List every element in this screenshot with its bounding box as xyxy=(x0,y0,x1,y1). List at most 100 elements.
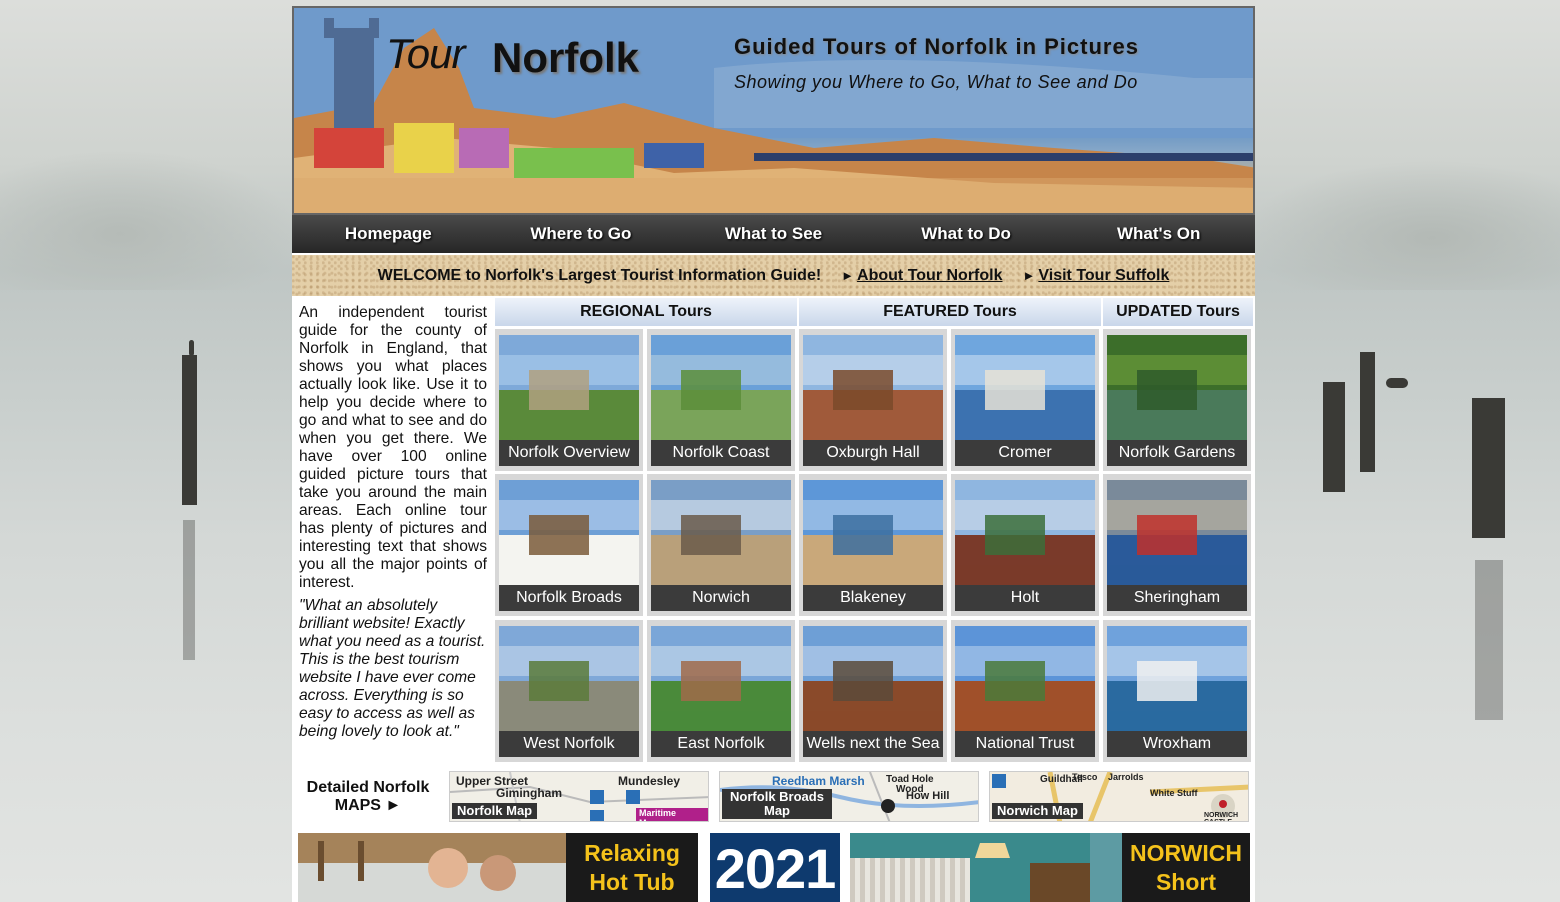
tour-tile-cromer[interactable]: Cromer xyxy=(951,329,1099,471)
tour-photo xyxy=(803,480,943,585)
maps-label[interactable]: Detailed Norfolk MAPS ► xyxy=(292,769,444,824)
map-place: NORWICH CASTLE xyxy=(1204,812,1239,821)
arrow-icon: ► xyxy=(1022,268,1036,283)
ad-photo xyxy=(850,833,1122,902)
nav-what-to-do[interactable]: What to Do xyxy=(870,215,1063,253)
logo-tour: Tour xyxy=(386,30,466,77)
tour-caption: Wroxham xyxy=(1107,731,1247,757)
nav-where-to-go[interactable]: Where to Go xyxy=(485,215,678,253)
map-place: White Stuff xyxy=(1150,788,1198,798)
tour-caption: Norwich xyxy=(651,585,791,611)
tour-tile-norfolk-broads[interactable]: Norfolk Broads xyxy=(495,474,643,616)
background-haze-right xyxy=(1240,160,1560,290)
tour-photo xyxy=(651,480,791,585)
nav-homepage[interactable]: Homepage xyxy=(292,215,485,253)
water-post-reflection xyxy=(183,520,195,660)
water-post xyxy=(1323,382,1345,492)
main-nav: Homepage Where to Go What to See What to… xyxy=(292,215,1255,253)
tour-caption: Wells next the Sea xyxy=(803,731,943,757)
welcome-text: WELCOME to Norfolk's Largest Tourist Inf… xyxy=(377,266,822,284)
map-place: Mundesley xyxy=(618,774,681,788)
col-head-featured: FEATURED Tours xyxy=(799,298,1101,326)
tour-caption: Holt xyxy=(955,585,1095,611)
arrow-icon: ► xyxy=(385,796,402,814)
water-post xyxy=(1360,352,1375,472)
tour-caption: East Norfolk xyxy=(651,731,791,757)
tour-tile-national-trust[interactable]: National Trust xyxy=(951,620,1099,762)
tour-caption: Cromer xyxy=(955,440,1095,466)
tour-caption: Norfolk Broads xyxy=(499,585,639,611)
tour-tile-east-norfolk[interactable]: East Norfolk xyxy=(647,620,795,762)
ad-photo xyxy=(298,833,566,902)
page-container: Tour Norfolk Guided Tours of Norfolk in … xyxy=(292,6,1255,902)
water-post xyxy=(182,355,197,505)
map-place: Gimingham xyxy=(496,786,563,800)
map-place: Maritime Museum xyxy=(636,808,708,821)
nav-whats-on[interactable]: What's On xyxy=(1062,215,1255,253)
tour-photo xyxy=(1107,335,1247,440)
banner-title: Guided Tours of Norfolk in Pictures xyxy=(734,34,1139,59)
tour-caption: Oxburgh Hall xyxy=(803,440,943,466)
map-place: Reedham Marsh xyxy=(772,774,865,788)
logo-norfolk: Norfolk xyxy=(492,34,639,81)
bird-silhouette xyxy=(1386,378,1408,388)
tour-photo xyxy=(499,335,639,440)
tour-caption: Norfolk Coast xyxy=(651,440,791,466)
ad-2021[interactable]: 2021 xyxy=(710,833,840,902)
tour-tile-oxburgh-hall[interactable]: Oxburgh Hall xyxy=(799,329,947,471)
map-place: Jarrolds xyxy=(1108,772,1144,782)
tour-photo xyxy=(651,335,791,440)
tour-tile-holt[interactable]: Holt xyxy=(951,474,1099,616)
tour-photo xyxy=(499,626,639,731)
tour-tile-norfolk-gardens[interactable]: Norfolk Gardens xyxy=(1103,329,1251,471)
tour-photo xyxy=(1107,626,1247,731)
ad-text: Relaxing Hot Tub Breaks xyxy=(566,833,698,902)
tour-tile-norfolk-overview[interactable]: Norfolk Overview xyxy=(495,329,643,471)
map-tag: Norfolk Map xyxy=(452,803,538,819)
arrow-icon: ► xyxy=(841,268,855,283)
map-tag: Norfolk Broads Map xyxy=(722,789,832,819)
norwich-short-breaks-ad[interactable]: NORWICH Short Breaks xyxy=(850,833,1250,902)
tour-photo xyxy=(955,335,1095,440)
welcome-bar: WELCOME to Norfolk's Largest Tourist Inf… xyxy=(292,255,1255,296)
hot-tub-ad[interactable]: Relaxing Hot Tub Breaks xyxy=(298,833,698,902)
water-post xyxy=(1472,398,1505,538)
bird-silhouette xyxy=(189,340,194,356)
tour-caption: Blakeney xyxy=(803,585,943,611)
map-place: Wood xyxy=(896,784,924,795)
norfolk-broads-map-link[interactable]: Reedham Marsh Toad Hole How Hill Wood No… xyxy=(719,771,979,822)
tour-tile-wells-next-the-sea[interactable]: Wells next the Sea xyxy=(799,620,947,762)
map-place: Tesco xyxy=(1072,772,1098,782)
intro-text: An independent tourist guide for the cou… xyxy=(299,304,487,591)
banner-subtitle: Showing you Where to Go, What to See and… xyxy=(734,72,1138,92)
tour-photo xyxy=(499,480,639,585)
tour-tile-norfolk-coast[interactable]: Norfolk Coast xyxy=(647,329,795,471)
tour-caption: Norfolk Overview xyxy=(499,440,639,466)
tour-photo xyxy=(651,626,791,731)
tour-tile-blakeney[interactable]: Blakeney xyxy=(799,474,947,616)
tour-caption: National Trust xyxy=(955,731,1095,757)
col-head-regional: REGIONAL Tours xyxy=(495,298,797,326)
site-banner[interactable]: Tour Norfolk Guided Tours of Norfolk in … xyxy=(292,6,1255,215)
norfolk-map-link[interactable]: Upper Street Gimingham Mundesley Maritim… xyxy=(449,771,709,822)
tour-tile-sheringham[interactable]: Sheringham xyxy=(1103,474,1251,616)
tour-photo xyxy=(955,480,1095,585)
map-tag: Norwich Map xyxy=(992,803,1083,819)
tour-caption: Sheringham xyxy=(1107,585,1247,611)
ad-text: NORWICH Short Breaks xyxy=(1122,833,1250,902)
norwich-map-link[interactable]: Guildhall Tesco Jarrolds White Stuff NOR… xyxy=(989,771,1249,822)
about-tour-norfolk-link[interactable]: About Tour Norfolk xyxy=(857,267,1002,285)
tour-tile-norwich[interactable]: Norwich xyxy=(647,474,795,616)
visit-tour-suffolk-link[interactable]: Visit Tour Suffolk xyxy=(1038,267,1169,285)
tour-tile-west-norfolk[interactable]: West Norfolk xyxy=(495,620,643,762)
tour-tile-wroxham[interactable]: Wroxham xyxy=(1103,620,1251,762)
tour-photo xyxy=(955,626,1095,731)
tour-caption: West Norfolk xyxy=(499,731,639,757)
col-head-updated: UPDATED Tours xyxy=(1103,298,1253,326)
background-haze-left xyxy=(0,150,300,290)
tour-caption: Norfolk Gardens xyxy=(1107,440,1247,466)
nav-what-to-see[interactable]: What to See xyxy=(677,215,870,253)
water-post-reflection xyxy=(1475,560,1503,720)
testimonial-quote: "What an absolutely brilliant website! E… xyxy=(299,597,486,740)
tour-photo xyxy=(803,626,943,731)
